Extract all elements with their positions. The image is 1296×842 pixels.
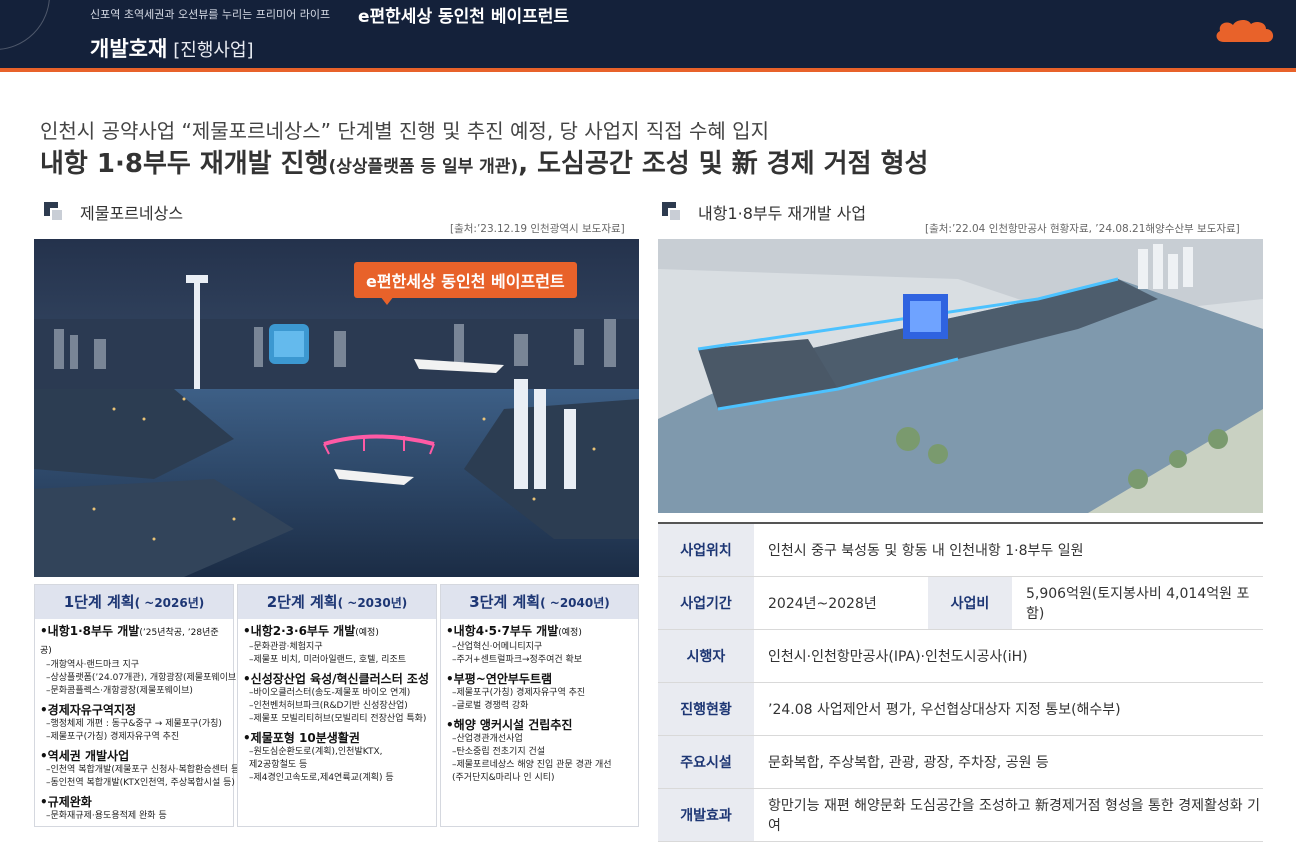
header-bar: 신포역 초역세권과 오션뷰를 누리는 프리미어 라이프 e편한세상 동인천 베이…	[0, 0, 1296, 68]
phase-3-group-title: •내항4·5·7부두 개발(예정)	[446, 624, 582, 638]
phase-item: –산업혁신·어메니티지구	[452, 642, 543, 652]
section-title-right: 내항1·8부두 재개발 사업	[662, 200, 866, 224]
row-value: 인천시 중구 북성동 및 항동 내 인천내항 1·8부두 일원	[768, 543, 1084, 559]
cloud-icon	[1216, 19, 1274, 42]
naehang-pier-rendering	[658, 239, 1263, 513]
phase-3-column: 3단계 계획( ~2040년) •내항4·5·7부두 개발(예정) –산업혁신·…	[440, 584, 639, 827]
row-value: 항만기능 재편 해양문화 도심공간을 조성하고 新경제거점 형성을 통한 경제활…	[768, 798, 1260, 834]
phase-item: –글로벌 경쟁력 강화	[452, 701, 529, 711]
phase-1-group-title: •경제자유구역지정	[40, 703, 136, 717]
brand-location-tag: e편한세상 동인천 베이프런트	[354, 262, 577, 298]
tag-pointer-icon	[380, 296, 394, 305]
row-label: 주요시설	[658, 736, 754, 788]
table-row: 진행현황 ’24.08 사업제안서 평가, 우선협상대상자 지정 통보(해수부)	[658, 683, 1263, 736]
table-row: 개발효과 항만기능 재편 해양문화 도심공간을 조성하고 新경제거점 형성을 통…	[658, 789, 1263, 842]
phase-2-year: ( ~2030년)	[337, 596, 408, 610]
page-title-text: 개발호재	[90, 37, 168, 61]
row-label: 사업위치	[658, 524, 754, 576]
phase-item: –제물포 비치, 미러아일랜드, 호텔, 리조트	[249, 655, 407, 665]
phase-3-title: 3단계 계획( ~2040년)	[441, 585, 638, 619]
aerial-illustration	[658, 239, 1263, 513]
headline-line2: 내항 1·8부두 재개발 진행(상상플랫폼 등 일부 개관), 도심공간 조성 …	[40, 143, 928, 180]
phase-item: –행정체제 개편 : 동구&중구 → 제물포구(가칭)	[46, 719, 222, 729]
phase-item: –제물포구(가칭) 경제자유구역 추진	[452, 688, 586, 698]
phase-3-year: ( ~2040년)	[540, 596, 610, 610]
phase-item: –제물포르네상스 해양 진입 관문 경관 개선	[452, 760, 612, 770]
phase-3-group-title: •부평~연안부두트램	[446, 672, 553, 686]
section-title-right-text: 내항1·8부두 재개발 사업	[698, 204, 867, 223]
source-right: [출처:’22.04 인천항만공사 현황자료, ’24.08.21해양수산부 보…	[925, 223, 1240, 235]
header-brand: e편한세상 동인천 베이프런트	[358, 7, 570, 27]
phase-2-group-title: •제물포형 10분생활권	[243, 731, 360, 745]
phase-item: –제4경인고속도로,제4연륙교(계획) 등	[249, 773, 394, 783]
headline-line1: 인천시 공약사업 “제물포르네상스” 단계별 진행 및 추진 예정, 당 사업지…	[40, 119, 769, 143]
section-title-left: 제물포르네상스	[44, 200, 183, 224]
phase-1-group-title: •역세권 개발사업	[40, 749, 130, 763]
table-row: 주요시설 문화복합, 주상복합, 관광, 광장, 주차장, 공원 등	[658, 736, 1263, 789]
phase-1-group-title: •내항1·8부두 개발(’25년착공, ’28년준공)	[40, 624, 219, 656]
phase-2-title-text: 2단계 계획	[266, 593, 338, 611]
phase-3-title-text: 3단계 계획	[469, 593, 541, 611]
phase-item: –인천벤처허브파크(R&D기반 신성장산업)	[249, 701, 408, 711]
row-value: 5,906억원(토지봉사비 4,014억원 포함)	[1026, 586, 1250, 622]
section-bullet-icon	[662, 202, 684, 222]
phase-item: –문화재규제·용도용적제 완화 등	[46, 811, 167, 821]
headline-line2-c: , 도심공간 조성 및 新 경제 거점 형성	[518, 149, 929, 179]
header-accent-strip	[0, 68, 1296, 72]
page-title: 개발호재 [진행사업]	[90, 33, 254, 63]
row-label: 개발효과	[658, 789, 754, 841]
table-row: 사업기간 2024년~2028년 사업비 5,906억원(토지봉사비 4,014…	[658, 577, 1263, 630]
row-value: ’24.08 사업제안서 평가, 우선협상대상자 지정 통보(해수부)	[768, 702, 1121, 718]
phase-item: (주거단지&마리나 인 시티)	[452, 773, 555, 783]
row-label: 진행현황	[658, 683, 754, 735]
phase-item: –원도심순환도로(계획),인천발KTX,	[249, 747, 383, 757]
phase-item: –개항역사·랜드마크 지구	[46, 660, 140, 670]
phase-item: –문화콤플렉스·개항광장(제물포웨이브)	[46, 686, 193, 696]
source-left: [출처:’23.12.19 인천광역시 보도자료]	[450, 223, 625, 235]
phase-1-title-text: 1단계 계획	[63, 593, 135, 611]
project-info-table: 사업위치 인천시 중구 북성동 및 항동 내 인천내항 1·8부두 일원 사업기…	[658, 522, 1263, 842]
phase-2-title: 2단계 계획( ~2030년)	[238, 585, 436, 619]
phase-2-group-title: •내항2·3·6부두 개발(예정)	[243, 624, 379, 638]
phase-item: –바이오클러스터(송도-제물포 바이오 연계)	[249, 688, 411, 698]
section-bullet-icon	[44, 202, 66, 222]
phase-item: –동인천역 복합개발(KTX인천역, 주상복합시설 등)	[46, 778, 235, 788]
phase-item: –탄소중립 전초기지 건설	[452, 747, 546, 757]
row-label: 사업기간	[658, 577, 754, 629]
headline-line2-a: 내항 1·8부두 재개발 진행	[40, 149, 329, 179]
headline-line2-b: (상상플랫폼 등 일부 개관)	[328, 157, 519, 177]
phase-item: –문화관광·체험지구	[249, 642, 323, 652]
phase-item: –인천역 복합개발(제물포구 신청사·복합환승센터 등)	[46, 765, 243, 775]
phase-item: –제물포 모빌리티허브(모빌리티 전장산업 특화)	[249, 714, 427, 724]
phase-item: –제물포구(가칭) 경제자유구역 추진	[46, 732, 180, 742]
header-tagline: 신포역 초역세권과 오션뷰를 누리는 프리미어 라이프	[90, 8, 331, 21]
table-row: 시행자 인천시·인천항만공사(IPA)·인천도시공사(iH)	[658, 630, 1263, 683]
row-label: 사업비	[928, 577, 1012, 629]
phase-item: –주거+센트럴파크→정주여건 확보	[452, 655, 583, 665]
phase-1-column: 1단계 계획( ~2026년) •내항1·8부두 개발(’25년착공, ’28년…	[34, 584, 243, 827]
row-value: 문화복합, 주상복합, 관광, 광장, 주차장, 공원 등	[768, 755, 1049, 771]
section-title-left-text: 제물포르네상스	[80, 204, 184, 223]
row-value: 인천시·인천항만공사(IPA)·인천도시공사(iH)	[768, 649, 1028, 665]
phase-1-year: ( ~2026년)	[134, 596, 205, 610]
table-row: 사업위치 인천시 중구 북성동 및 항동 내 인천내항 1·8부두 일원	[658, 524, 1263, 577]
phase-item: 제2공항철도 등	[249, 760, 308, 770]
phase-3-group-title: •해양 앵커시설 건립추진	[446, 718, 573, 732]
phase-2-group-title: •신성장산업 육성/혁신클러스터 조성	[243, 672, 430, 686]
phase-1-title: 1단계 계획( ~2026년)	[35, 585, 233, 619]
phase-2-column: 2단계 계획( ~2030년) •내항2·3·6부두 개발(예정) –문화관광·…	[237, 584, 437, 827]
phase-1-group-title: •규제완화	[40, 795, 92, 809]
phase-item: –상상플랫폼(’24.07개관), 개항광장(제물포웨이브)	[46, 673, 240, 683]
phase-item: –산업경관개선사업	[452, 734, 523, 744]
row-value: 2024년~2028년	[768, 596, 877, 612]
page-subtitle: [진행사업]	[173, 40, 254, 61]
header-decoration	[0, 0, 50, 50]
row-label: 시행자	[658, 630, 754, 682]
